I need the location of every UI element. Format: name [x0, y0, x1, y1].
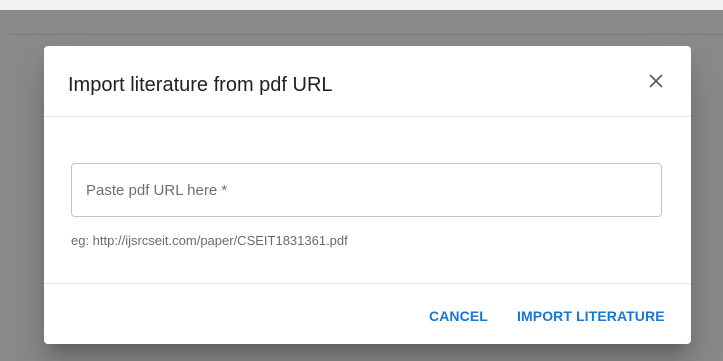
dialog-actions: CANCEL IMPORT LITERATURE	[44, 283, 691, 345]
close-icon	[649, 74, 663, 88]
cancel-button[interactable]: CANCEL	[429, 306, 488, 326]
pdf-url-input[interactable]	[72, 164, 661, 216]
close-button[interactable]	[641, 66, 671, 96]
import-literature-button[interactable]: IMPORT LITERATURE	[517, 306, 665, 326]
import-literature-dialog: Import literature from pdf URL eg: http:…	[44, 46, 691, 344]
dialog-header: Import literature from pdf URL	[44, 46, 691, 117]
background-app-bar	[0, 0, 723, 10]
pdf-url-field[interactable]	[71, 163, 662, 217]
dialog-title: Import literature from pdf URL	[68, 74, 333, 96]
background-divider	[10, 34, 723, 35]
helper-text: eg: http://ijsrcseit.com/paper/CSEIT1831…	[71, 233, 348, 248]
